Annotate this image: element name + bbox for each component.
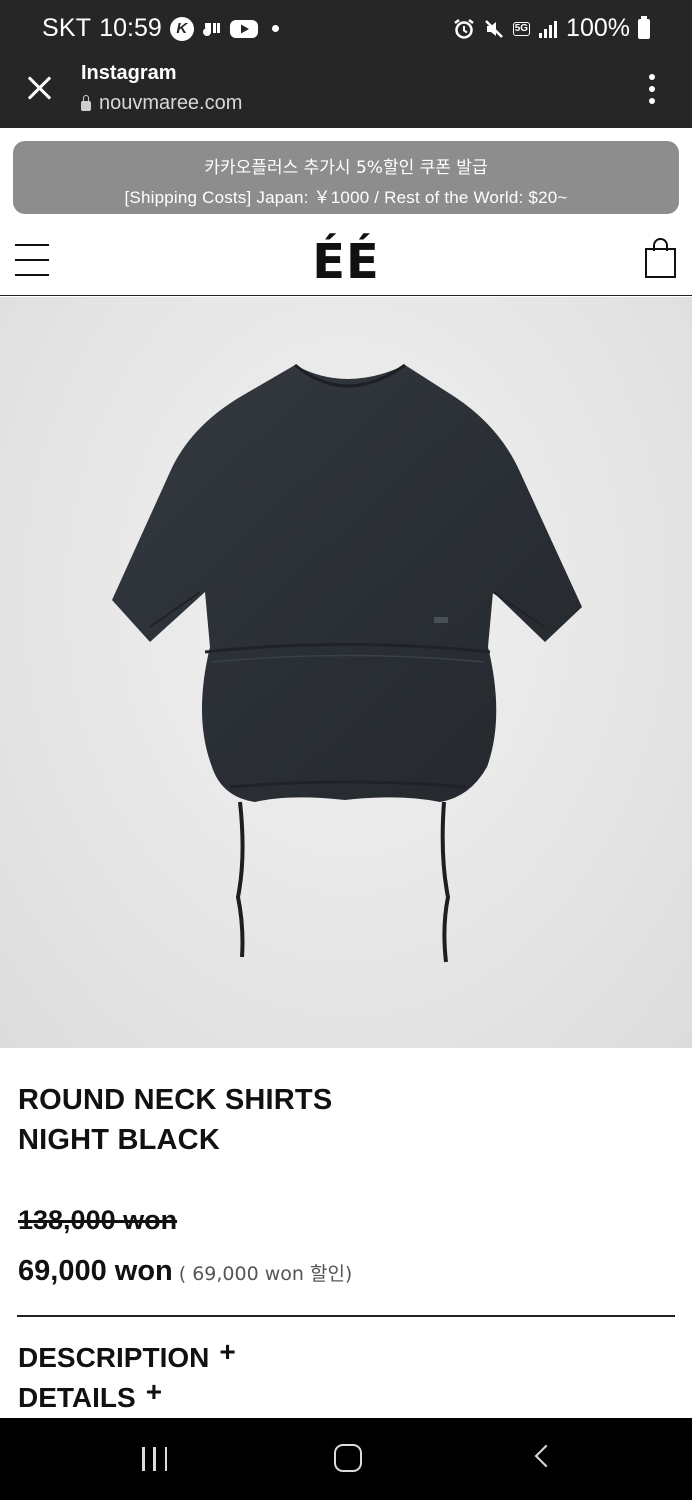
shirt-illustration xyxy=(112,363,582,963)
battery-percentage: 100% xyxy=(566,14,630,42)
5g-icon: 5G xyxy=(512,21,531,36)
mute-icon xyxy=(483,18,505,40)
close-icon[interactable] xyxy=(26,74,54,102)
back-icon[interactable] xyxy=(534,1444,558,1468)
product-title-line1: ROUND NECK SHIRTS xyxy=(18,1084,333,1116)
music-app-icon xyxy=(202,19,222,39)
brand-logo[interactable]: ÉÉ xyxy=(0,234,692,290)
shopping-bag-icon[interactable] xyxy=(645,238,676,278)
status-bar-left: SKT 10:59 K xyxy=(42,14,279,43)
original-price: 138,000 won xyxy=(18,1205,178,1235)
status-bar: SKT 10:59 K 5G 100% xyxy=(0,0,692,58)
price-row: 69,000 won ( 69,000 won 할인) xyxy=(18,1255,352,1288)
browser-url: nouvmaree.com xyxy=(81,92,242,115)
signal-icon xyxy=(538,20,558,38)
details-label: DETAILS xyxy=(18,1382,136,1413)
description-toggle[interactable]: DESCRIPTION + xyxy=(18,1336,236,1374)
clock: 10:59 xyxy=(99,14,162,42)
youtube-icon xyxy=(229,19,258,39)
system-navigation-bar xyxy=(0,1418,692,1500)
promo-shipping-text: [Shipping Costs] Japan: ￥1000 / Rest of … xyxy=(124,188,568,207)
product-image[interactable] xyxy=(0,297,692,1048)
status-bar-right: 5G 100% xyxy=(453,14,650,43)
sale-price: 69,000 won xyxy=(18,1255,173,1287)
battery-icon xyxy=(638,15,650,39)
promo-coupon-text: 카카오플러스 추가시 5%할인 쿠폰 발급 xyxy=(204,158,488,178)
k-app-icon: K xyxy=(169,16,194,41)
notification-dot-icon xyxy=(271,25,279,32)
lock-icon xyxy=(81,94,91,111)
plus-icon: + xyxy=(145,1376,163,1407)
promo-banner[interactable]: 카카오플러스 추가시 5%할인 쿠폰 발급 [Shipping Costs] J… xyxy=(13,141,679,214)
home-icon[interactable] xyxy=(334,1444,362,1472)
divider xyxy=(17,1315,675,1317)
recent-apps-icon[interactable] xyxy=(142,1447,167,1471)
plus-icon: + xyxy=(219,1336,236,1367)
carrier-label: SKT xyxy=(42,14,92,42)
in-app-browser-bar: Instagram nouvmaree.com xyxy=(0,58,692,128)
site-header: ÉÉ xyxy=(0,214,692,296)
more-options-icon[interactable] xyxy=(648,74,656,104)
browser-title: Instagram xyxy=(81,62,177,84)
product-title-line2: NIGHT BLACK xyxy=(18,1124,220,1156)
product-title: ROUND NECK SHIRTS NIGHT BLACK xyxy=(18,1080,332,1160)
description-label: DESCRIPTION xyxy=(18,1342,210,1373)
alarm-icon xyxy=(453,18,475,40)
discount-note: ( 69,000 won 할인) xyxy=(178,1263,353,1285)
url-text: nouvmaree.com xyxy=(99,92,243,114)
details-toggle[interactable]: DETAILS + xyxy=(18,1376,163,1414)
